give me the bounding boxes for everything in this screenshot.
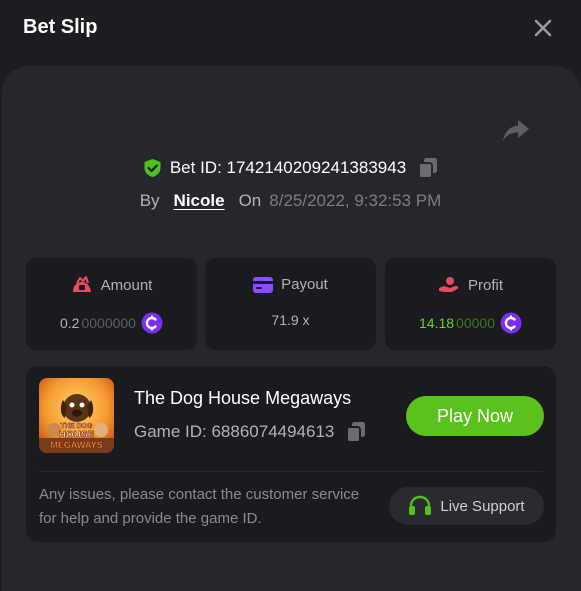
shield-check-icon (144, 159, 161, 177)
copy-icon[interactable] (346, 421, 366, 443)
amount-value-trail: 0000000 (81, 315, 136, 331)
amount-value-main: 0.2 (60, 315, 80, 331)
svg-text:THE DOG: THE DOG (61, 423, 93, 430)
game-card: THE DOG HOUSE MEGAWAYS The Dog House Meg… (26, 366, 556, 542)
copy-icon[interactable] (418, 157, 438, 179)
live-support-label: Live Support (440, 497, 525, 515)
username-link[interactable]: Nicole (174, 191, 225, 211)
payout-card: Payout 71.9 x (205, 258, 376, 350)
bet-id: Bet ID: 1742140209241383943 (169, 158, 407, 177)
headset-icon (409, 495, 432, 515)
coin-icon (500, 312, 522, 334)
game-id: Game ID: 6886074494613 (134, 422, 335, 441)
svg-text:MEGAWAYS: MEGAWAYS (50, 440, 102, 450)
amount-icon (72, 276, 91, 292)
header: Bet Slip (0, 0, 581, 58)
bet-id-row: Bet ID: 1742140209241383943 (0, 155, 581, 181)
on-label: On (238, 191, 262, 210)
game-name[interactable]: The Dog House Megaways (134, 388, 351, 409)
bet-author-row: By Nicole On 8/25/2022, 9:32:53 PM (0, 188, 581, 214)
by-label: By (139, 191, 160, 210)
payout-label: Payout (281, 276, 328, 293)
profit-card: Profit 14.18 00000 (385, 258, 556, 350)
page-title: Bet Slip (23, 16, 98, 38)
game-id-row: Game ID: 6886074494613 (134, 421, 366, 443)
close-icon[interactable] (532, 17, 554, 39)
share-icon[interactable] (501, 117, 531, 145)
profit-label: Profit (467, 276, 503, 294)
amount-card: Amount 0.2 0000000 (26, 258, 197, 350)
amount-label: Amount (100, 276, 153, 294)
divider (39, 471, 543, 472)
profit-value-trail: 00000 (456, 315, 495, 331)
coin-icon (141, 312, 163, 334)
profit-icon (438, 277, 459, 292)
help-text: Any issues, please contact the customer … (39, 486, 360, 527)
live-support-button[interactable]: Live Support (389, 487, 544, 525)
card-icon (253, 276, 274, 293)
play-now-button[interactable]: Play Now (406, 396, 544, 436)
payout-value: 71.9 x (271, 312, 310, 328)
profit-value-main: 14.18 (419, 315, 455, 331)
bet-date: 8/25/2022, 9:32:53 PM (269, 191, 442, 210)
game-thumbnail[interactable]: THE DOG HOUSE MEGAWAYS (39, 378, 114, 453)
